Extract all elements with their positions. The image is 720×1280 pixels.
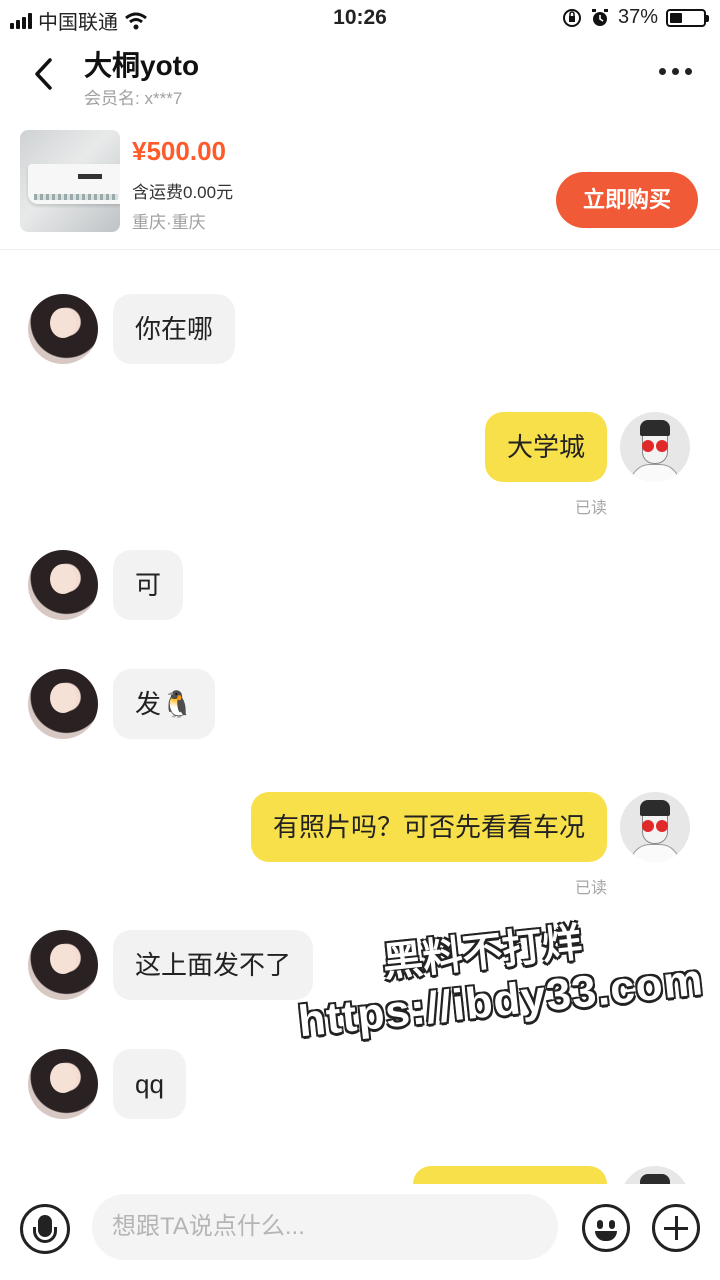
avatar[interactable] <box>28 1049 98 1119</box>
status-bar: 中国联通 10:26 37% <box>0 0 720 36</box>
message-bubble[interactable]: 有照片吗？可否先看看车况 <box>250 792 607 862</box>
message-bubble[interactable]: 可 <box>113 550 184 620</box>
avatar[interactable] <box>620 792 690 862</box>
member-value: x***7 <box>144 89 183 108</box>
battery-percentage: 37% <box>617 6 658 28</box>
emoji-icon[interactable] <box>582 1204 630 1252</box>
message-bubble[interactable]: 这上面发不了 <box>113 930 314 1000</box>
read-status: 已读 <box>574 880 607 897</box>
chat-list[interactable]: 你在哪 大学城 已读 可 发🐧 有照片吗？可否先看看车况 已读 这上面发不了 q… <box>0 252 720 1184</box>
message-bubble[interactable]: 大学城 <box>484 412 607 482</box>
avatar[interactable] <box>28 930 98 1000</box>
battery-icon <box>666 8 709 27</box>
avatar[interactable] <box>28 294 98 364</box>
plus-icon[interactable] <box>652 1204 700 1252</box>
member-info: 会员名: x***7 <box>84 84 182 109</box>
input-bar: 想跟TA说点什么... <box>0 1184 720 1280</box>
avatar[interactable] <box>28 669 98 739</box>
message-bubble[interactable]: qq <box>113 1049 186 1119</box>
alarm-icon <box>591 8 608 26</box>
chat-header: 大桐yoto 会员名: x***7 <box>0 40 720 116</box>
avatar[interactable] <box>28 550 98 620</box>
product-price: ¥500.00 <box>132 136 226 166</box>
microphone-icon[interactable] <box>20 1204 70 1254</box>
chevron-left-icon[interactable] <box>26 54 66 94</box>
buy-now-button[interactable]: 立即购买 <box>556 172 698 228</box>
message-bubble[interactable]: 发🐧 <box>113 669 216 739</box>
status-right: 37% <box>562 6 709 29</box>
read-status: 已读 <box>574 500 607 517</box>
avatar[interactable] <box>620 1166 690 1184</box>
shipping-info: 含运费0.00元 <box>132 183 234 202</box>
more-icon[interactable] <box>659 68 692 75</box>
product-thumbnail[interactable] <box>20 130 120 232</box>
orientation-lock-icon <box>562 8 581 27</box>
message-input[interactable]: 想跟TA说点什么... <box>92 1194 558 1260</box>
member-label: 会员名: <box>84 89 140 108</box>
page-title: 大桐yoto <box>84 50 200 81</box>
product-card[interactable]: ¥500.00 含运费0.00元 重庆·重庆 立即购买 <box>0 122 720 250</box>
message-bubble-partial[interactable] <box>413 1166 607 1184</box>
product-location: 重庆·重庆 <box>132 213 206 232</box>
message-bubble[interactable]: 你在哪 <box>113 294 236 364</box>
avatar[interactable] <box>620 412 690 482</box>
